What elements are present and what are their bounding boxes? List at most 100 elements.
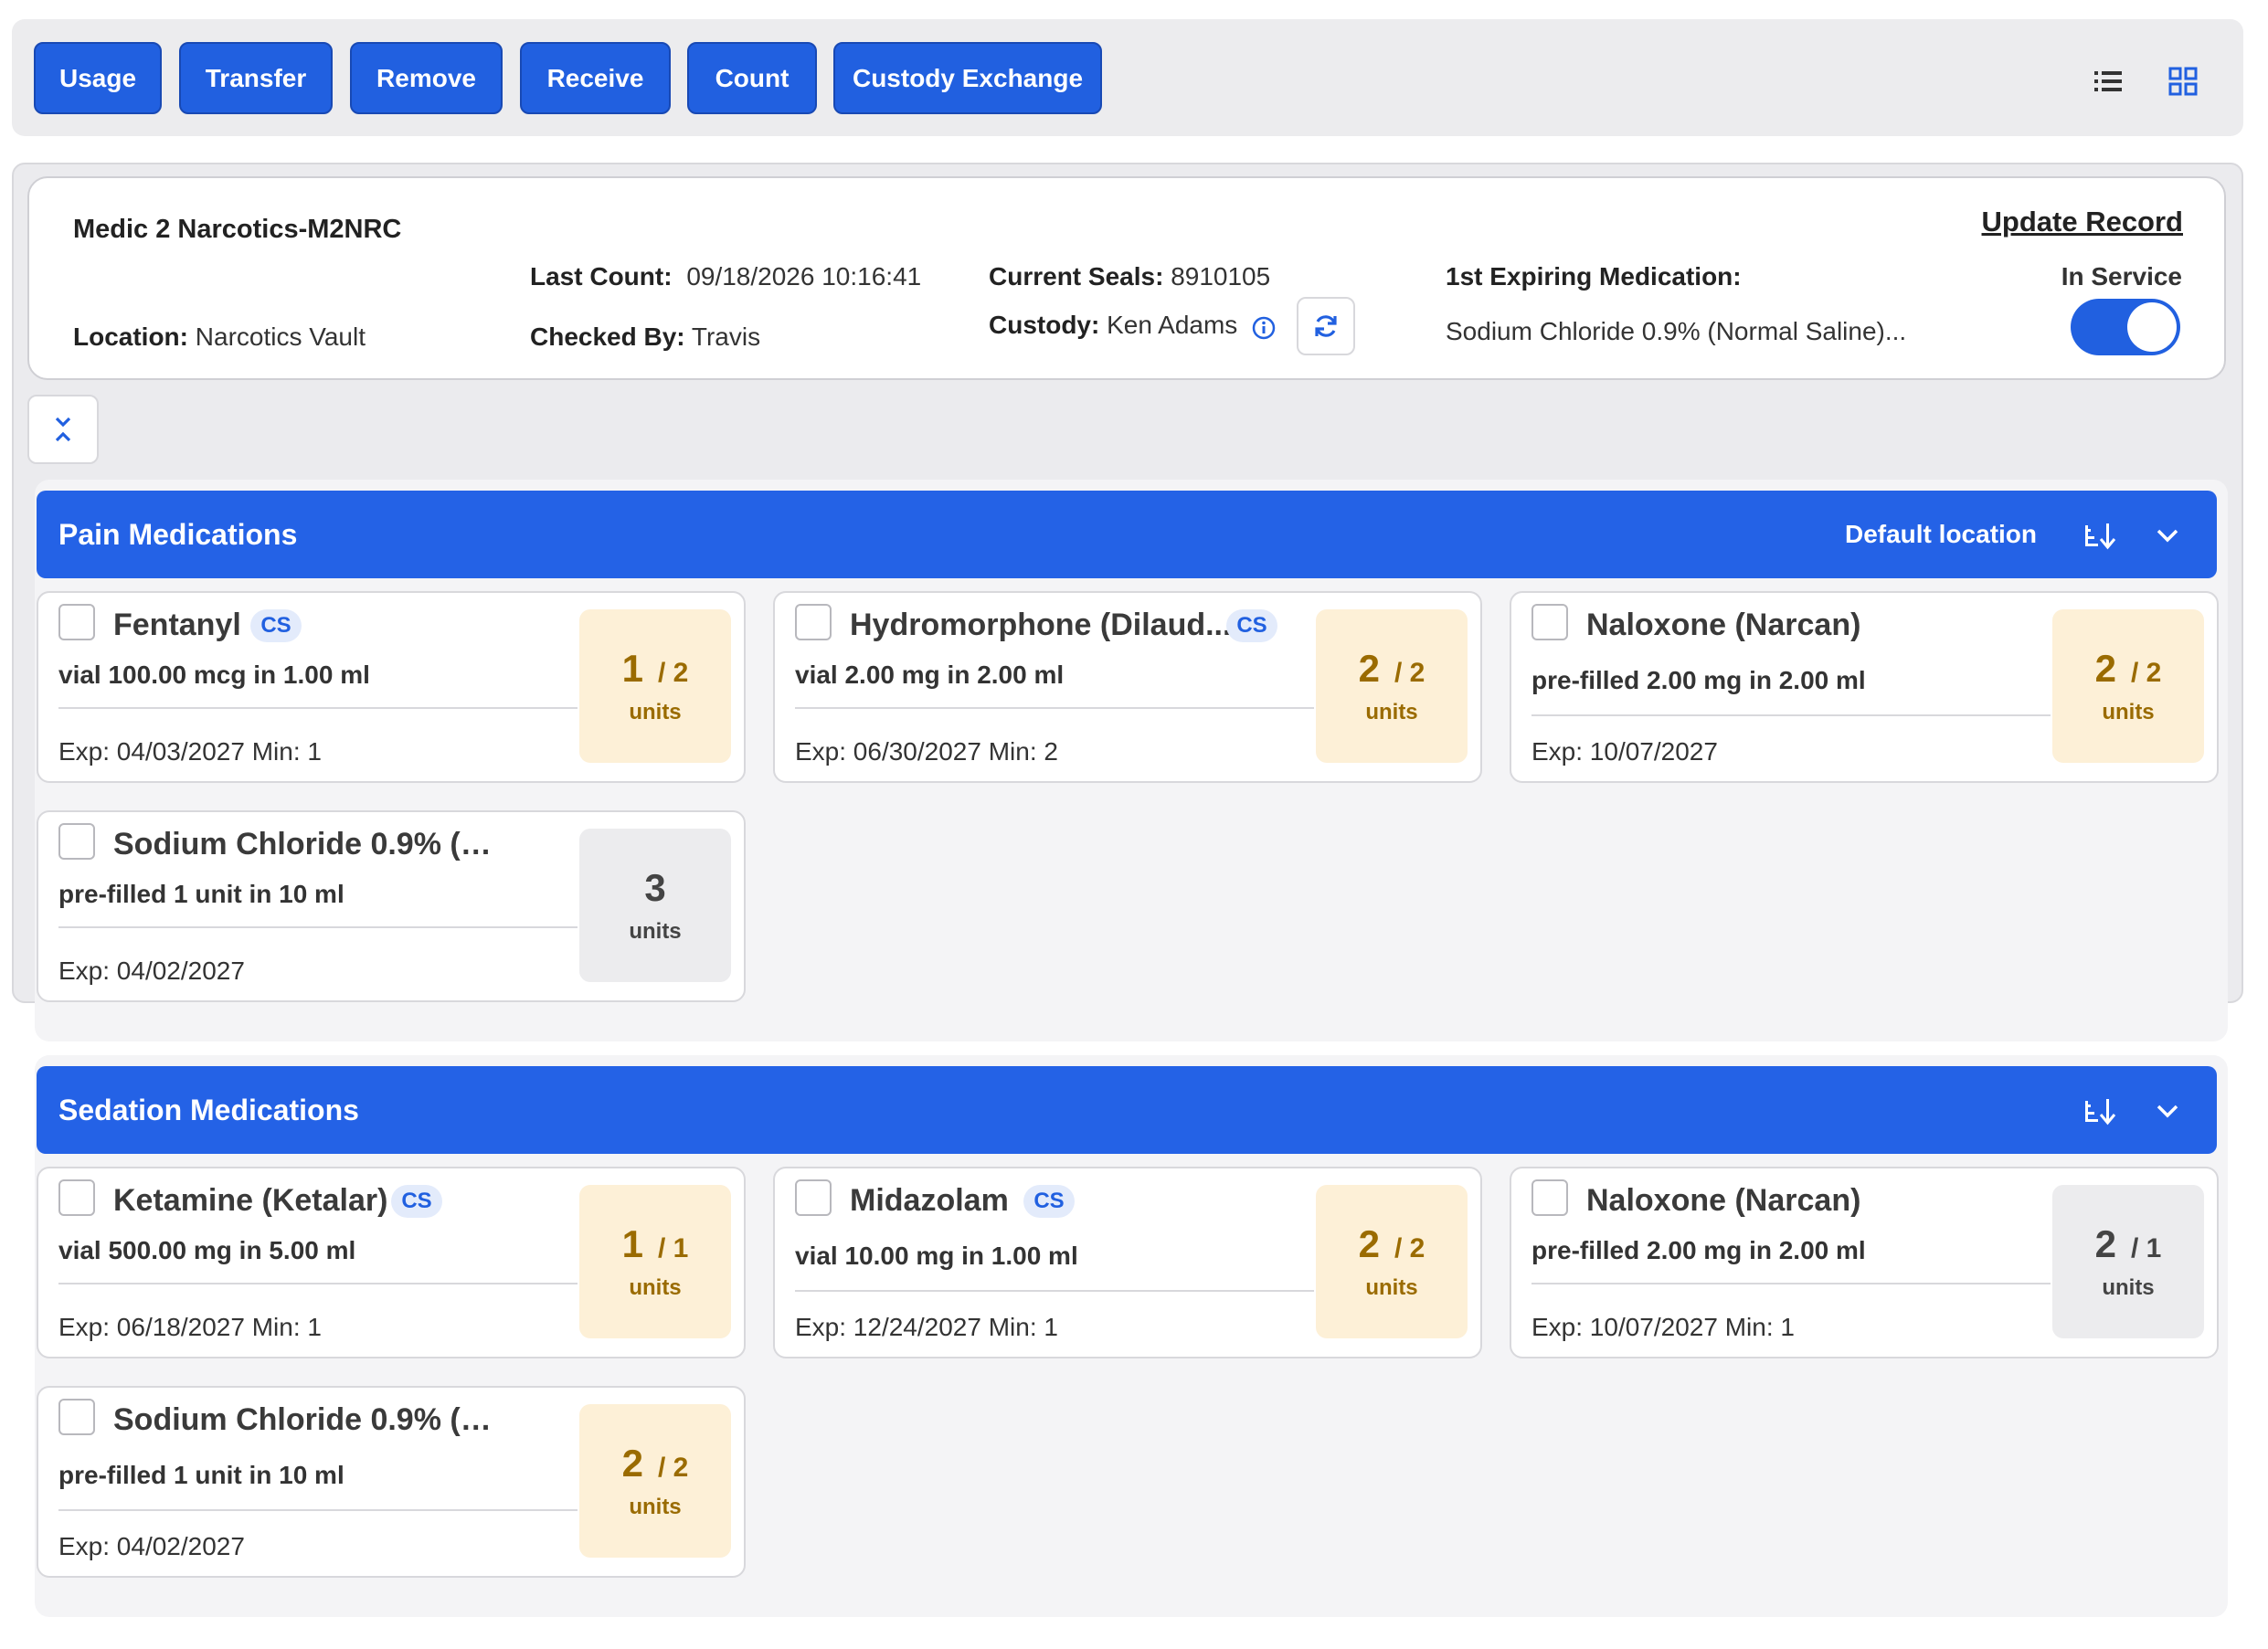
medication-name: Hydromorphone (Dilaud... — [850, 608, 1232, 642]
sort-icon[interactable] — [2082, 518, 2118, 555]
collapse-icon — [55, 417, 71, 442]
expiration-text: Exp: 04/02/2027 — [58, 957, 245, 985]
medication-name: Ketamine (Ketalar) — [113, 1183, 388, 1218]
expiration-text: Exp: 04/03/2027 Min: 1 — [58, 737, 322, 766]
quantity-value: 1 — [621, 647, 643, 690]
medication-card[interactable]: Fentanyl CS vial 100.00 mcg in 1.00 ml E… — [37, 591, 746, 783]
location-label: Location: — [73, 322, 188, 351]
seals-value: 8910105 — [1171, 262, 1271, 291]
checked-by-info: Checked By: Travis — [530, 322, 760, 352]
default-location-label[interactable]: Default location — [1845, 520, 2037, 549]
medication-description: vial 100.00 mcg in 1.00 ml — [58, 661, 370, 689]
select-checkbox[interactable] — [1531, 604, 1568, 640]
custody-exchange-button[interactable]: Custody Exchange — [833, 42, 1102, 114]
select-checkbox[interactable] — [58, 823, 95, 860]
par-value: / 2 — [658, 1453, 689, 1483]
par-value: / 1 — [2131, 1233, 2162, 1263]
cs-badge: CS — [250, 609, 302, 642]
unit-label: units — [1365, 1275, 1418, 1300]
chevron-down-icon[interactable] — [2149, 1094, 2186, 1130]
section-header-sedation[interactable]: Sedation Medications — [37, 1066, 2217, 1154]
medication-card[interactable]: Midazolam CS vial 10.00 mg in 1.00 ml Ex… — [773, 1167, 1482, 1358]
quantity-value: 2 — [1358, 647, 1380, 690]
par-value: / 2 — [1394, 1233, 1425, 1263]
last-count-label: Last Count: — [530, 262, 673, 291]
quantity-value: 3 — [644, 866, 666, 909]
info-icon[interactable] — [1251, 315, 1277, 341]
medication-name: Fentanyl — [113, 608, 241, 642]
checked-by-value: Travis — [691, 322, 761, 351]
unit-label: units — [1365, 700, 1418, 724]
last-count-value: 09/18/2026 10:16:41 — [686, 262, 922, 291]
divider — [58, 1509, 578, 1511]
toggle-knob — [2127, 302, 2177, 352]
transfer-button[interactable]: Transfer — [179, 42, 333, 114]
medication-description: pre-filled 2.00 mg in 2.00 ml — [1531, 1236, 1866, 1264]
select-checkbox[interactable] — [58, 1179, 95, 1216]
medication-card[interactable]: Naloxone (Narcan) pre-filled 2.00 mg in … — [1510, 1167, 2219, 1358]
select-checkbox[interactable] — [1531, 1179, 1568, 1216]
medication-name: Naloxone (Narcan) — [1586, 608, 1861, 642]
collapse-all-button[interactable] — [27, 395, 99, 464]
last-count-info: Last Count: 09/18/2026 10:16:41 — [530, 262, 921, 291]
cs-badge: CS — [391, 1185, 442, 1218]
sort-icon[interactable] — [2082, 1094, 2118, 1130]
section-title: Pain Medications — [58, 518, 298, 551]
quantity-box: 2 / 2 units — [579, 1404, 731, 1558]
select-checkbox[interactable] — [58, 1399, 95, 1435]
par-value: / 2 — [1394, 658, 1425, 688]
quantity-box: 2 / 2 units — [2052, 609, 2204, 763]
medication-card[interactable]: Naloxone (Narcan) pre-filled 2.00 mg in … — [1510, 591, 2219, 783]
update-record-link[interactable]: Update Record — [1982, 206, 2183, 238]
usage-button[interactable]: Usage — [34, 42, 162, 114]
medication-card[interactable]: Sodium Chloride 0.9% (Norm... pre-filled… — [37, 1386, 746, 1578]
section-header-pain[interactable]: Pain Medications Default location — [37, 491, 2217, 578]
quantity-value: 2 — [2094, 647, 2116, 690]
medication-card[interactable]: Hydromorphone (Dilaud... CS vial 2.00 mg… — [773, 591, 1482, 783]
medication-card[interactable]: Sodium Chloride 0.9% (Norm... pre-filled… — [37, 810, 746, 1002]
quantity-value: 1 — [621, 1222, 643, 1265]
refresh-button[interactable] — [1297, 297, 1355, 355]
location-value: Narcotics Vault — [195, 322, 366, 351]
medication-card[interactable]: Ketamine (Ketalar) CS vial 500.00 mg in … — [37, 1167, 746, 1358]
unit-label: units — [629, 700, 682, 724]
expiration-text: Exp: 06/18/2027 Min: 1 — [58, 1313, 322, 1341]
divider — [58, 926, 578, 928]
unit-label: units — [629, 1275, 682, 1300]
medication-description: vial 500.00 mg in 5.00 ml — [58, 1236, 356, 1264]
select-checkbox[interactable] — [58, 604, 95, 640]
medication-description: pre-filled 1 unit in 10 ml — [58, 880, 344, 908]
medication-name: Naloxone (Narcan) — [1586, 1183, 1861, 1218]
chevron-down-icon[interactable] — [2149, 518, 2186, 555]
unit-header-card: Medic 2 Narcotics-M2NRC Location: Narcot… — [27, 176, 2226, 380]
custody-info: Custody: Ken Adams — [989, 311, 1237, 340]
list-icon[interactable] — [2086, 59, 2130, 103]
receive-button[interactable]: Receive — [520, 42, 671, 114]
grid-icon[interactable] — [2161, 59, 2205, 103]
quantity-value: 2 — [1358, 1222, 1380, 1265]
quantity-box: 3 units — [579, 829, 731, 982]
divider — [1531, 1283, 2051, 1284]
in-service-toggle[interactable] — [2071, 299, 2180, 355]
expiring-value: Sodium Chloride 0.9% (Normal Saline)... — [1446, 317, 1907, 345]
refresh-icon — [1315, 315, 1337, 337]
select-checkbox[interactable] — [795, 1179, 832, 1216]
quantity-box: 1 / 1 units — [579, 1185, 731, 1338]
cs-badge: CS — [1023, 1185, 1075, 1218]
medication-name: Sodium Chloride 0.9% (Norm... — [113, 1402, 506, 1437]
select-checkbox[interactable] — [795, 604, 832, 640]
medication-description: vial 2.00 mg in 2.00 ml — [795, 661, 1065, 689]
quantity-value: 2 — [2094, 1222, 2116, 1265]
expiration-text: Exp: 10/07/2027 Min: 1 — [1531, 1313, 1795, 1341]
unit-title: Medic 2 Narcotics-M2NRC — [73, 215, 402, 244]
par-value: / 2 — [658, 658, 689, 688]
count-button[interactable]: Count — [687, 42, 817, 114]
remove-button[interactable]: Remove — [350, 42, 503, 114]
custody-value: Ken Adams — [1107, 311, 1238, 339]
expiration-text: Exp: 04/02/2027 — [58, 1532, 245, 1560]
medication-name: Midazolam — [850, 1183, 1009, 1218]
unit-label: units — [2102, 700, 2155, 724]
custody-label: Custody: — [989, 311, 1100, 339]
divider — [1531, 714, 2051, 716]
quantity-box: 2 / 2 units — [1316, 1185, 1468, 1338]
